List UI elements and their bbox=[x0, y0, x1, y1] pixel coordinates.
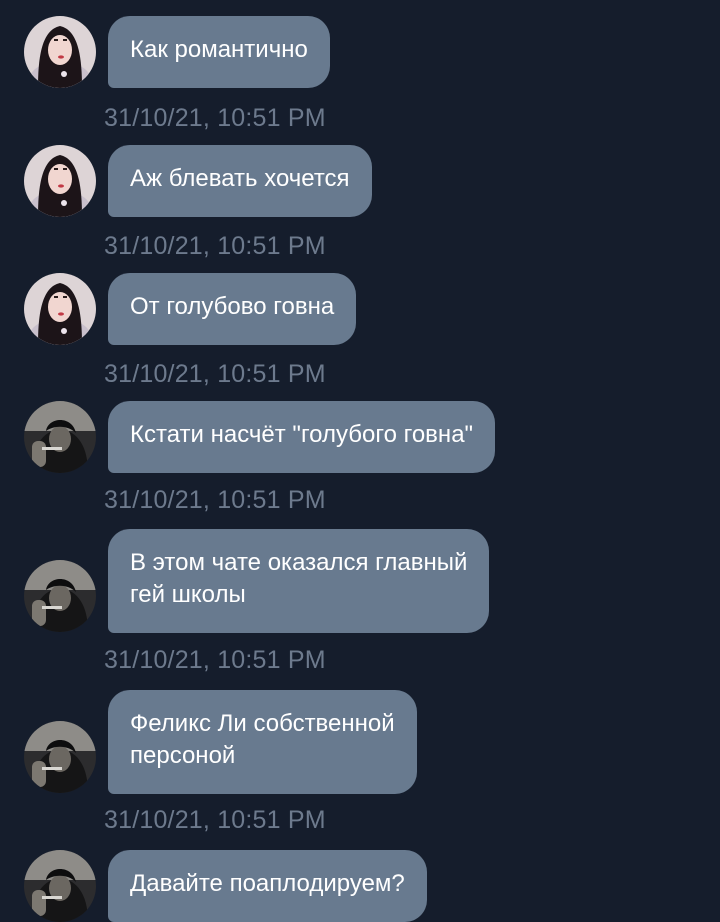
message-timestamp: 31/10/21, 10:51 PM bbox=[104, 232, 326, 260]
message-bubble[interactable]: От голубово говна bbox=[108, 273, 357, 345]
message-bubble[interactable]: Как романтично bbox=[108, 16, 330, 88]
message-bubble[interactable]: Кстати насчёт "голубого говна" bbox=[108, 401, 496, 473]
chat-thread[interactable]: Как романтично 31/10/21, 10:51 PM Аж бле… bbox=[0, 0, 720, 922]
boy-avatar[interactable] bbox=[24, 401, 96, 473]
message-timestamp: 31/10/21, 10:51 PM bbox=[104, 360, 326, 388]
boy-avatar[interactable] bbox=[24, 850, 96, 922]
message-bubble[interactable]: Давайте поаплодируем? bbox=[108, 850, 427, 922]
girl-avatar[interactable] bbox=[24, 16, 96, 88]
message-bubble[interactable]: Феликс Ли собственной персоной bbox=[108, 690, 417, 794]
boy-avatar[interactable] bbox=[24, 560, 96, 632]
message-bubble[interactable]: Аж блевать хочется bbox=[108, 145, 372, 217]
girl-avatar[interactable] bbox=[24, 145, 96, 217]
message-timestamp: 31/10/21, 10:51 PM bbox=[104, 486, 326, 514]
message-timestamp: 31/10/21, 10:51 PM bbox=[104, 104, 326, 132]
message-timestamp: 31/10/21, 10:51 PM bbox=[104, 806, 326, 834]
boy-avatar[interactable] bbox=[24, 721, 96, 793]
girl-avatar[interactable] bbox=[24, 273, 96, 345]
message-timestamp: 31/10/21, 10:51 PM bbox=[104, 646, 326, 674]
message-bubble[interactable]: В этом чате оказался главный гей школы bbox=[108, 529, 490, 633]
